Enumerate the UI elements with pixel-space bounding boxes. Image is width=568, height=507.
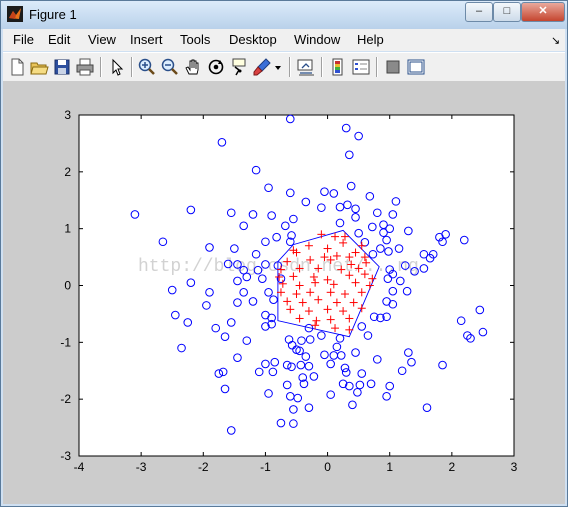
hide-plot-tools-icon[interactable] [383, 57, 403, 77]
x-tick-label: 2 [449, 460, 456, 474]
pan-hand-icon[interactable] [183, 57, 203, 77]
toolbar-separator [321, 57, 323, 77]
menu-view[interactable]: View [88, 32, 116, 47]
menu-insert[interactable]: Insert [130, 32, 163, 47]
x-tick-label: -2 [198, 460, 209, 474]
menu-file[interactable]: File [13, 32, 34, 47]
menu-window[interactable]: Window [294, 32, 340, 47]
menu-desktop[interactable]: Desktop [229, 32, 277, 47]
save-icon[interactable] [52, 57, 72, 77]
toolbar-separator [131, 57, 133, 77]
menu-dock-arrow-icon[interactable]: ↘ [551, 34, 560, 47]
y-tick-label: 2 [64, 165, 71, 179]
data-cursor-icon[interactable] [229, 57, 249, 77]
maximize-button[interactable]: □ [493, 2, 521, 22]
toolbar-separator [376, 57, 378, 77]
menu-edit[interactable]: Edit [48, 32, 70, 47]
toolbar-separator [100, 57, 102, 77]
brush-dropdown-icon[interactable] [273, 57, 283, 77]
y-tick-label: -1 [60, 335, 71, 349]
window-title: Figure 1 [29, 7, 77, 22]
toolbar-separator [289, 57, 291, 77]
zoom-out-icon[interactable] [160, 57, 180, 77]
menu-bar: File Edit View Insert Tools Desktop Wind… [3, 29, 565, 51]
x-tick-label: 1 [386, 460, 393, 474]
x-tick-label: 3 [511, 460, 518, 474]
minimize-button[interactable]: – [465, 2, 493, 22]
colorbar-icon[interactable] [328, 57, 348, 77]
y-tick-label: -3 [60, 449, 71, 463]
y-tick-label: 1 [64, 222, 71, 236]
legend-icon[interactable] [351, 57, 371, 77]
figure-canvas: http://blog.csdn.net/...ng -4 -3 -2 -1 0 1 2 3-… [3, 81, 565, 504]
matlab-logo-icon [7, 6, 23, 22]
figure-toolbar [3, 52, 565, 82]
x-tick-label: -3 [136, 460, 147, 474]
close-button[interactable]: ✕ [521, 2, 565, 22]
open-file-icon[interactable] [29, 57, 49, 77]
zoom-in-icon[interactable] [137, 57, 157, 77]
menu-tools[interactable]: Tools [180, 32, 210, 47]
figure-window: Figure 1 – □ ✕ File Edit View Insert Too… [0, 0, 568, 507]
menu-help[interactable]: Help [357, 32, 384, 47]
x-tick-label: -4 [74, 460, 85, 474]
scatter-plot[interactable]: http://blog.csdn.net/...ng -4 -3 -2 -1 0 1 2 3-… [3, 81, 565, 504]
print-icon[interactable] [75, 57, 95, 77]
title-bar[interactable]: Figure 1 – □ ✕ [1, 1, 567, 29]
watermark-text: http://blog.csdn.net/...ng [138, 257, 419, 277]
rotate-3d-icon[interactable] [206, 57, 226, 77]
y-tick-label: 3 [64, 108, 71, 122]
new-figure-icon[interactable] [7, 57, 27, 77]
pointer-icon[interactable] [107, 57, 127, 77]
y-tick-label: 0 [64, 279, 71, 293]
x-tick-label: -1 [260, 460, 271, 474]
x-tick-label: 0 [324, 460, 331, 474]
brush-icon[interactable] [252, 57, 272, 77]
y-tick-label: -2 [60, 392, 71, 406]
link-plot-icon[interactable] [296, 57, 316, 77]
show-plot-tools-icon[interactable] [406, 57, 426, 77]
